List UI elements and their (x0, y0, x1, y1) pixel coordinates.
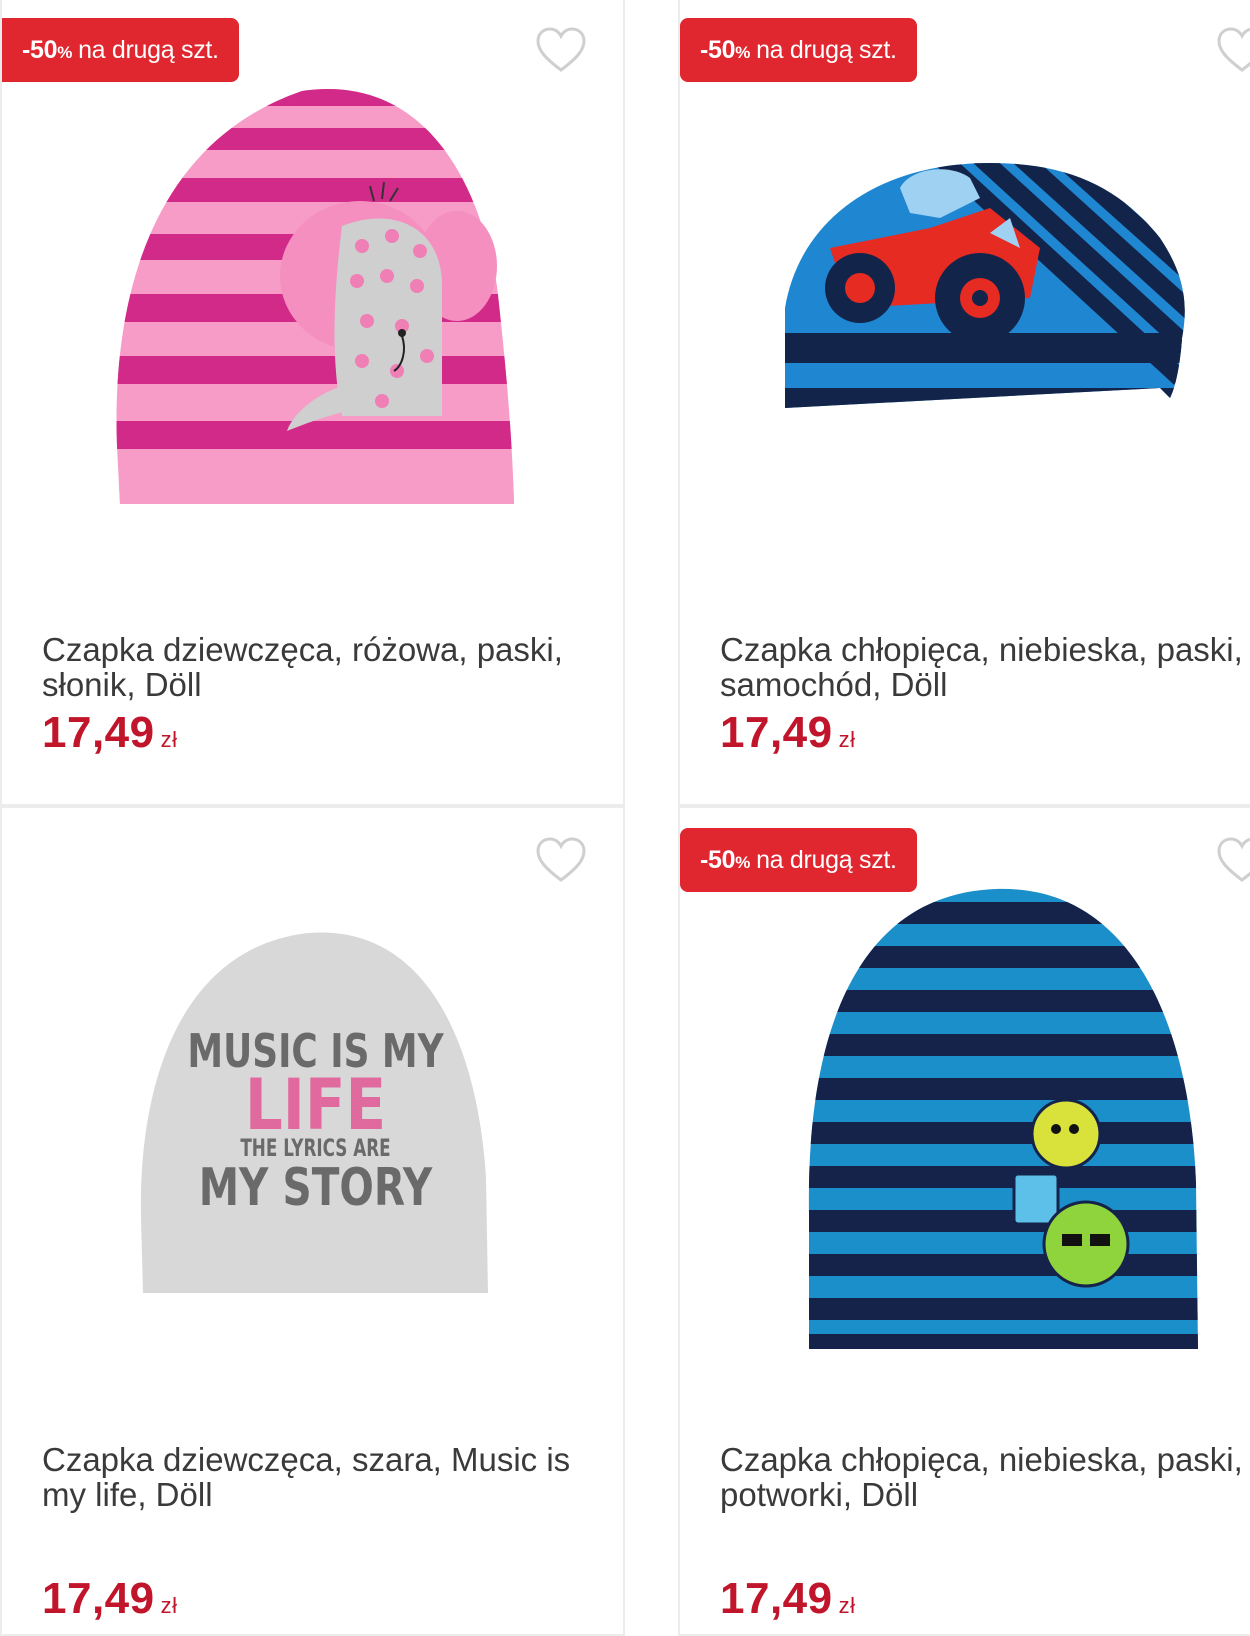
heart-icon[interactable] (535, 26, 587, 74)
product-image[interactable] (102, 86, 532, 516)
product-price: 17,49 zł (42, 708, 178, 757)
product-grid: -50% na drugą szt. Czapka dziewczęca, ró… (0, 0, 1250, 1636)
promo-badge: -50% na drugą szt. (680, 18, 917, 82)
promo-badge: -50% na drugą szt. (2, 18, 239, 82)
promo-badge: -50% na drugą szt. (680, 828, 917, 892)
product-price: 17,49 zł (720, 1574, 856, 1623)
product-card[interactable]: -50% na drugą szt. (678, 806, 1250, 1636)
heart-icon[interactable] (1216, 836, 1250, 884)
promo-text: na drugą szt. (756, 35, 897, 64)
product-name[interactable]: Czapka chłopięca, niebieska, paski, samo… (720, 632, 1250, 702)
hat-print: MUSIC IS MY LIFE THE LYRICS ARE MY STORY (187, 1024, 444, 1218)
heart-icon[interactable] (535, 836, 587, 884)
product-name[interactable]: Czapka chłopięca, niebieska, paski, potw… (720, 1442, 1250, 1512)
product-card[interactable]: -50% na drugą szt. (678, 0, 1250, 806)
promo-text: na drugą szt. (78, 35, 219, 64)
product-image[interactable]: MUSIC IS MY LIFE THE LYRICS ARE MY STORY (138, 928, 493, 1298)
product-image[interactable] (806, 884, 1201, 1354)
promo-percent: -50% (22, 35, 73, 64)
product-name[interactable]: Czapka dziewczęca, szara, Music is my li… (42, 1442, 602, 1512)
product-price: 17,49 zł (42, 1574, 178, 1623)
product-card[interactable]: -50% na drugą szt. (0, 0, 625, 806)
heart-icon[interactable] (1216, 26, 1250, 74)
promo-percent: -50% (700, 845, 751, 874)
product-card[interactable]: MUSIC IS MY LIFE THE LYRICS ARE MY STORY… (0, 806, 625, 1636)
product-name[interactable]: Czapka dziewczęca, różowa, paski, słonik… (42, 632, 602, 702)
promo-text: na drugą szt. (756, 845, 897, 874)
product-price: 17,49 zł (720, 708, 856, 757)
promo-percent: -50% (700, 35, 751, 64)
product-image[interactable] (780, 158, 1200, 418)
